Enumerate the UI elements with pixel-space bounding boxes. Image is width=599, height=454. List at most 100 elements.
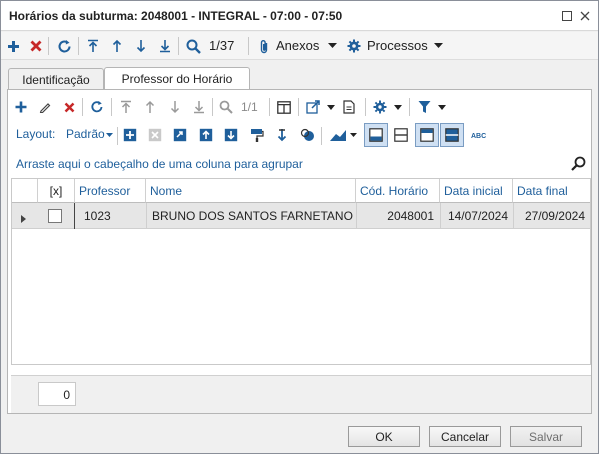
export-button[interactable]	[305, 97, 321, 117]
separator	[321, 127, 322, 145]
chevron-down-icon[interactable]	[432, 36, 444, 56]
spellcheck-button[interactable]: ABC	[470, 125, 490, 145]
close-icon	[580, 11, 590, 21]
refresh-button[interactable]	[55, 36, 73, 56]
columns-icon	[277, 100, 291, 114]
separator	[365, 98, 366, 116]
sort-button[interactable]	[274, 125, 290, 145]
maximize-button[interactable]	[559, 8, 575, 24]
grid-previous-button	[142, 97, 158, 117]
pin-down-icon	[277, 129, 287, 142]
last-record-button[interactable]	[157, 36, 173, 56]
document-icon	[343, 100, 355, 114]
grid-action-button[interactable]	[172, 125, 188, 145]
move-top-button[interactable]	[198, 125, 214, 145]
gear-icon	[373, 100, 387, 114]
first-arrow-icon	[121, 100, 131, 113]
row-count-field: 0	[38, 382, 76, 406]
columns-button[interactable]	[275, 97, 293, 117]
grid-add-button[interactable]	[14, 97, 28, 117]
anexos-menu[interactable]: Anexos	[276, 38, 319, 53]
delete-button[interactable]	[28, 36, 44, 56]
add-button[interactable]	[5, 36, 21, 56]
search-icon	[219, 100, 233, 114]
column-header-select[interactable]: [x]	[38, 179, 75, 203]
remove-box-icon	[148, 128, 162, 142]
row-indicator-header	[12, 179, 38, 203]
chevron-down-icon[interactable]	[348, 125, 358, 145]
chevron-down-icon[interactable]	[436, 97, 448, 117]
row-focus-divider	[74, 203, 75, 229]
separator	[269, 98, 270, 116]
previous-record-button[interactable]	[109, 36, 125, 56]
save-button[interactable]: Salvar	[510, 426, 582, 447]
remove-group-button	[147, 125, 163, 145]
layout-select[interactable]: Padrão	[66, 127, 105, 141]
panel-bottom-icon	[369, 128, 383, 142]
panel-top-icon	[420, 128, 434, 142]
grid-record-counter: 1/1	[241, 100, 258, 114]
chevron-down-icon[interactable]	[392, 97, 404, 117]
cancel-button[interactable]: Cancelar	[429, 426, 501, 447]
table-row[interactable]: 1023 BRUNO DOS SANTOS FARNETANO 2048001 …	[12, 203, 590, 229]
chevron-down-icon[interactable]	[325, 97, 337, 117]
search-button[interactable]	[184, 36, 202, 56]
grid-refresh-button[interactable]	[88, 97, 106, 117]
last-arrow-icon	[160, 40, 170, 53]
ok-button[interactable]: OK	[348, 426, 420, 447]
view-footer-toggle[interactable]	[364, 123, 388, 147]
down-arrow-icon	[170, 101, 180, 114]
cell-data-inicial: 14/07/2024	[447, 209, 508, 223]
first-arrow-icon	[88, 39, 98, 52]
next-record-button[interactable]	[133, 36, 149, 56]
plus-box-icon	[123, 128, 137, 142]
plus-icon	[15, 101, 27, 113]
tab-identificacao[interactable]: Identificação	[8, 68, 104, 90]
column-header-nome[interactable]: Nome	[146, 179, 356, 203]
column-header-professor[interactable]: Professor	[75, 179, 146, 203]
shapes-button[interactable]	[299, 125, 315, 145]
processos-menu[interactable]: Processos	[367, 38, 428, 53]
close-button[interactable]	[577, 8, 593, 24]
tab-professor-do-horario[interactable]: Professor do Horário	[104, 67, 250, 91]
grid-last-button	[191, 97, 207, 117]
export-icon	[306, 100, 320, 114]
grid-settings-button[interactable]	[372, 97, 388, 117]
document-button[interactable]	[341, 97, 357, 117]
grid-delete-button[interactable]	[62, 97, 76, 117]
panel-rows-icon	[445, 128, 459, 142]
view-rows-toggle[interactable]	[440, 123, 464, 147]
plus-icon	[7, 40, 19, 52]
separator	[78, 37, 79, 55]
column-header-data-final[interactable]: Data final	[513, 179, 590, 203]
row-checkbox[interactable]	[48, 209, 62, 223]
separator	[82, 98, 83, 116]
grid-search-icon[interactable]	[569, 153, 587, 173]
group-by-hint[interactable]: Arraste aqui o cabeçalho de uma coluna p…	[16, 157, 303, 171]
first-record-button[interactable]	[85, 36, 101, 56]
row-pointer-icon	[21, 212, 26, 226]
separator	[298, 98, 299, 116]
separator	[117, 127, 118, 145]
chevron-down-icon[interactable]	[104, 125, 114, 145]
chart-button[interactable]	[328, 125, 348, 145]
chart-icon	[330, 130, 346, 141]
paint-button[interactable]	[249, 125, 265, 145]
view-split-toggle[interactable]	[389, 123, 413, 147]
last-arrow-icon	[194, 101, 204, 114]
gear-icon	[346, 36, 362, 56]
cell-data-final: 27/09/2024	[524, 209, 585, 223]
chevron-down-icon[interactable]	[326, 36, 338, 56]
move-bottom-button[interactable]	[223, 125, 239, 145]
layout-label: Layout:	[16, 127, 56, 141]
expand-rows-button[interactable]	[122, 125, 138, 145]
data-grid: [x] Professor Nome Cód. Horário Data ini…	[11, 178, 591, 365]
title-bar: Horários da subturma: 2048001 - INTEGRAL…	[1, 1, 598, 31]
column-header-cod-horario[interactable]: Cód. Horário	[356, 179, 440, 203]
view-header-toggle[interactable]	[415, 123, 439, 147]
column-header-data-inicial[interactable]: Data inicial	[440, 179, 513, 203]
separator	[111, 98, 112, 116]
separator	[212, 98, 213, 116]
grid-edit-button[interactable]	[38, 97, 52, 117]
filter-button[interactable]	[416, 97, 432, 117]
